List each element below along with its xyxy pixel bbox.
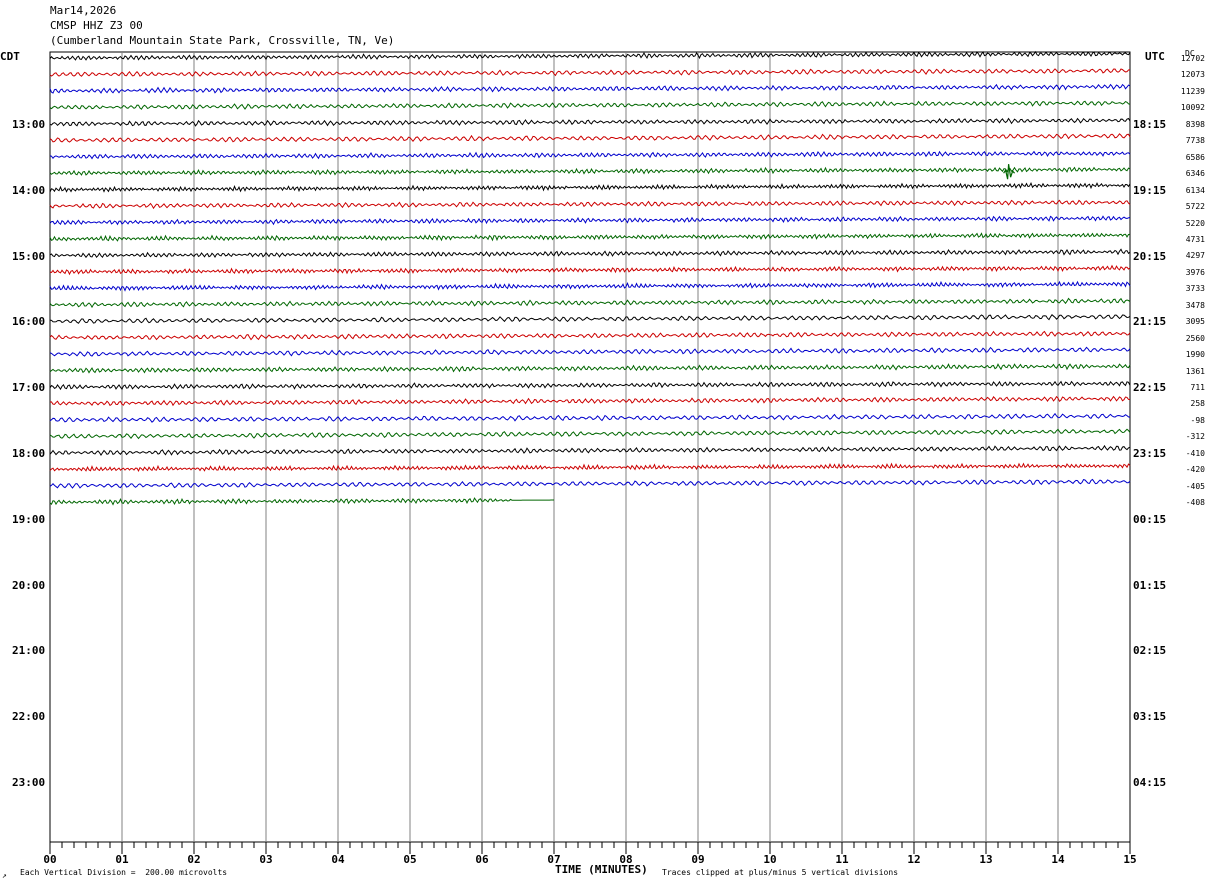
dc-offset-value: -420	[1185, 465, 1205, 475]
trace-row-22	[49, 395, 1131, 407]
utc-hour-label: 21:15	[1133, 315, 1167, 329]
cdt-hour-label: 13:00	[12, 118, 46, 131]
trace-row-17	[49, 314, 1131, 324]
trace-row-2	[49, 68, 1131, 77]
x-tick-label: 10	[763, 853, 776, 866]
utc-hour-label: 04:15	[1133, 776, 1167, 789]
utc-hour-label: 00:15	[1133, 512, 1167, 526]
cdt-hour-label: 19:00	[12, 512, 46, 526]
helicorder-chart: 00 01 02 03 04 05 06 07 08 09 10 11 12 13 14 15	[43, 50, 1137, 866]
dc-offset-value: 6586	[1185, 152, 1205, 162]
dc-offset-value: 3478	[1185, 300, 1205, 310]
trace-row-23	[49, 412, 1131, 423]
event-spike	[1003, 164, 1016, 180]
cdt-hour-label: 14:00	[12, 183, 46, 197]
dc-offset-value: -98	[1190, 415, 1205, 425]
trace-row-25	[49, 444, 1131, 456]
trace-row-14	[49, 264, 1131, 276]
cdt-hour-label: 18:00	[12, 447, 46, 460]
x-tick-label: 04	[331, 853, 345, 866]
utc-hour-label: 22:15	[1133, 381, 1167, 395]
utc-hour-label: 02:15	[1133, 644, 1167, 658]
trace-row-9	[49, 182, 1131, 193]
trace-row-5	[49, 117, 1131, 127]
dc-offset-value: 6346	[1185, 169, 1205, 179]
utc-hour-label: 19:15	[1133, 183, 1167, 197]
clip-note: Traces clipped at plus/minus 5 vertical …	[662, 868, 899, 877]
trace-row-20	[49, 363, 1131, 374]
dc-offset-value: 12073	[1180, 70, 1205, 80]
scale-note: Each Vertical Division = 200.00 microvol…	[20, 868, 228, 877]
x-tick-label: 15	[1123, 853, 1136, 866]
utc-hour-label: 01:15	[1133, 578, 1167, 592]
trace-row-12	[49, 232, 1131, 242]
dc-offset-value: 5722	[1185, 202, 1205, 212]
trace-row-16	[49, 297, 1131, 309]
cdt-hour-label: 17:00	[12, 381, 46, 395]
dc-offset-value: 10092	[1180, 103, 1205, 113]
dc-offset-value: 711	[1190, 383, 1205, 392]
dc-offset-value: 3733	[1185, 284, 1205, 294]
dc-offset-value: 1361	[1185, 366, 1205, 376]
trace-row-28	[49, 497, 554, 506]
trace-row-11	[49, 215, 1131, 226]
dc-offset-value: 3095	[1185, 317, 1205, 327]
trace-row-18	[49, 330, 1131, 341]
dc-offset-value: 2560	[1185, 333, 1205, 343]
dc-offset-value: -408	[1185, 498, 1205, 508]
x-tick-label: 01	[115, 853, 129, 866]
trace-row-4	[49, 100, 1131, 110]
dc-offset-value: 11239	[1180, 86, 1205, 96]
x-tick-label: 02	[187, 853, 200, 866]
cdt-hour-label: 15:00	[12, 249, 46, 263]
x-tick-label: 05	[403, 853, 416, 866]
trace-row-26	[49, 462, 1131, 473]
trace-row-1	[49, 50, 1131, 61]
dc-offset-value: 7738	[1185, 136, 1205, 146]
trace-row-3	[49, 83, 1131, 94]
x-tick-label: 09	[691, 853, 704, 866]
trace-row-15	[49, 280, 1131, 292]
utc-hour-label: 03:15	[1133, 710, 1167, 724]
dc-offset-value: 5220	[1185, 218, 1205, 228]
x-axis-title: TIME (MINUTES)	[555, 863, 648, 876]
dc-offset-value: 3976	[1185, 267, 1205, 277]
utc-hour-label: 23:15	[1133, 447, 1167, 460]
trace-row-7	[49, 150, 1131, 160]
dc-offset-value: 12702	[1180, 54, 1205, 63]
trace-row-19	[49, 346, 1131, 357]
dc-offset-value: 8398	[1185, 119, 1205, 129]
x-tick-label: 11	[835, 853, 849, 866]
cdt-hour-label: 22:00	[12, 710, 46, 724]
x-tick-label: 00	[43, 853, 56, 866]
dc-offset-value: 4731	[1185, 234, 1205, 244]
dc-offset-value: -410	[1185, 448, 1205, 458]
x-tick-label: 13	[979, 853, 992, 866]
dc-offset-value: 4297	[1185, 251, 1205, 261]
trace-row-6	[49, 133, 1131, 143]
cdt-hour-label: 20:00	[12, 578, 46, 592]
cdt-hour-label: 16:00	[12, 315, 46, 329]
trace-row-27	[49, 478, 1131, 489]
dc-offset-value: -312	[1185, 432, 1205, 442]
corner-mark: ↗	[2, 871, 7, 880]
x-tick-label: 14	[1051, 853, 1065, 866]
x-tick-label: 03	[259, 853, 272, 866]
x-tick-label: 12	[907, 853, 920, 866]
dc-offset-value: -405	[1185, 481, 1205, 491]
dc-offset-value: 258	[1190, 399, 1205, 409]
dc-offset-value: 6134	[1185, 185, 1205, 195]
utc-hour-label: 18:15	[1133, 118, 1167, 131]
trace-row-8	[49, 166, 1131, 176]
cdt-hour-label: 23:00	[12, 776, 46, 789]
cdt-hour-label: 21:00	[12, 644, 46, 658]
x-tick-label: 06	[475, 853, 489, 866]
trace-row-10	[49, 199, 1131, 210]
trace-row-24	[49, 428, 1131, 440]
utc-hour-label: 20:15	[1133, 249, 1167, 263]
dc-offset-value: 1990	[1185, 350, 1205, 360]
trace-row-13	[49, 248, 1131, 259]
trace-row-21	[49, 380, 1131, 391]
